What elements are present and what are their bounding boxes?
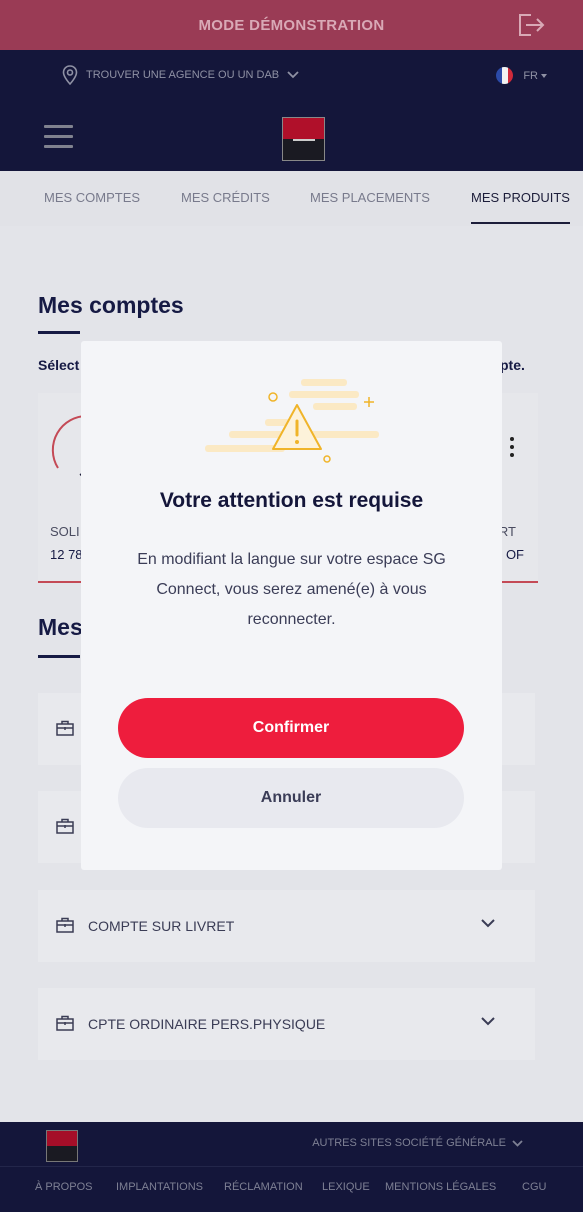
footer-link-implantations[interactable]: IMPLANTATIONS <box>116 1181 203 1193</box>
language-selector[interactable]: FR <box>496 67 547 84</box>
main-header <box>0 103 583 171</box>
chevron-down-icon[interactable] <box>481 1016 495 1026</box>
confirmation-modal: Votre attention est requise En modifiant… <box>81 341 502 870</box>
language-label: FR <box>523 69 538 82</box>
more-options-icon[interactable] <box>510 437 516 461</box>
footer-link-mentions-legales[interactable]: MENTIONS LÉGALES <box>385 1181 496 1193</box>
warning-icon <box>205 379 379 463</box>
menu-icon[interactable] <box>44 125 73 151</box>
footer-link-a-propos[interactable]: À PROPOS <box>35 1181 92 1193</box>
card-balance-label: SOLI <box>50 524 80 539</box>
products-section-title: Mes <box>38 614 83 640</box>
tab-mes-comptes[interactable]: MES COMPTES <box>44 190 140 205</box>
tab-mes-produits[interactable]: MES PRODUITS <box>471 190 570 224</box>
accounts-hint-end: pte. <box>500 357 525 373</box>
accounts-section-title: Mes comptes <box>38 292 184 318</box>
product-row[interactable]: CPTE ORDINAIRE PERS.PHYSIQUE <box>38 988 535 1060</box>
product-label: CPTE ORDINAIRE PERS.PHYSIQUE <box>88 1016 326 1032</box>
modal-message: En modifiant la langue sur votre espace … <box>137 551 446 628</box>
agency-bar: TROUVER UNE AGENCE OU UN DAB FR <box>0 50 583 103</box>
other-sites-label: AUTRES SITES SOCIÉTÉ GÉNÉRALE <box>312 1137 506 1149</box>
product-row[interactable]: COMPTE SUR LIVRET <box>38 890 535 962</box>
footer-divider <box>0 1166 583 1167</box>
chevron-down-icon[interactable] <box>481 918 495 928</box>
demo-mode-bar: MODE DÉMONSTRATION <box>0 0 583 50</box>
societe-generale-logo[interactable] <box>282 117 325 161</box>
card-right-value: OF <box>505 547 524 562</box>
footer-logo[interactable] <box>46 1130 78 1162</box>
card-balance-value: 12 78 <box>50 547 83 562</box>
accounts-hint-start: Sélect <box>38 357 80 373</box>
product-label: COMPTE SUR LIVRET <box>88 918 235 934</box>
logout-icon[interactable] <box>517 13 545 37</box>
footer-link-lexique[interactable]: LEXIQUE <box>322 1181 370 1193</box>
find-agency-link[interactable]: TROUVER UNE AGENCE OU UN DAB <box>62 65 299 85</box>
briefcase-icon <box>56 720 74 736</box>
demo-mode-title: MODE DÉMONSTRATION <box>198 16 385 34</box>
briefcase-icon <box>56 818 74 834</box>
chevron-down-icon <box>287 71 299 79</box>
briefcase-icon <box>56 917 74 933</box>
find-agency-label: TROUVER UNE AGENCE OU UN DAB <box>86 69 280 81</box>
chevron-down-icon <box>512 1139 523 1147</box>
location-pin-icon <box>62 65 78 85</box>
accounts-title-underline <box>38 331 80 334</box>
caret-down-icon <box>541 73 547 78</box>
products-title-underline <box>38 655 80 658</box>
footer-link-reclamation[interactable]: RÉCLAMATION <box>224 1181 303 1193</box>
footer-link-cgu[interactable]: CGU <box>522 1181 546 1193</box>
france-flag-icon <box>496 67 514 84</box>
confirm-button[interactable]: Confirmer <box>118 698 464 758</box>
cancel-button[interactable]: Annuler <box>118 768 464 828</box>
footer: AUTRES SITES SOCIÉTÉ GÉNÉRALE À PROPOS I… <box>0 1122 583 1212</box>
tab-mes-credits[interactable]: MES CRÉDITS <box>181 190 270 205</box>
modal-title: Votre attention est requise <box>159 489 424 512</box>
tabs-bar: MES COMPTES MES CRÉDITS MES PLACEMENTS M… <box>0 171 583 226</box>
other-sites-link[interactable]: AUTRES SITES SOCIÉTÉ GÉNÉRALE <box>312 1137 523 1149</box>
briefcase-icon <box>56 1015 74 1031</box>
tab-mes-placements[interactable]: MES PLACEMENTS <box>310 190 430 205</box>
